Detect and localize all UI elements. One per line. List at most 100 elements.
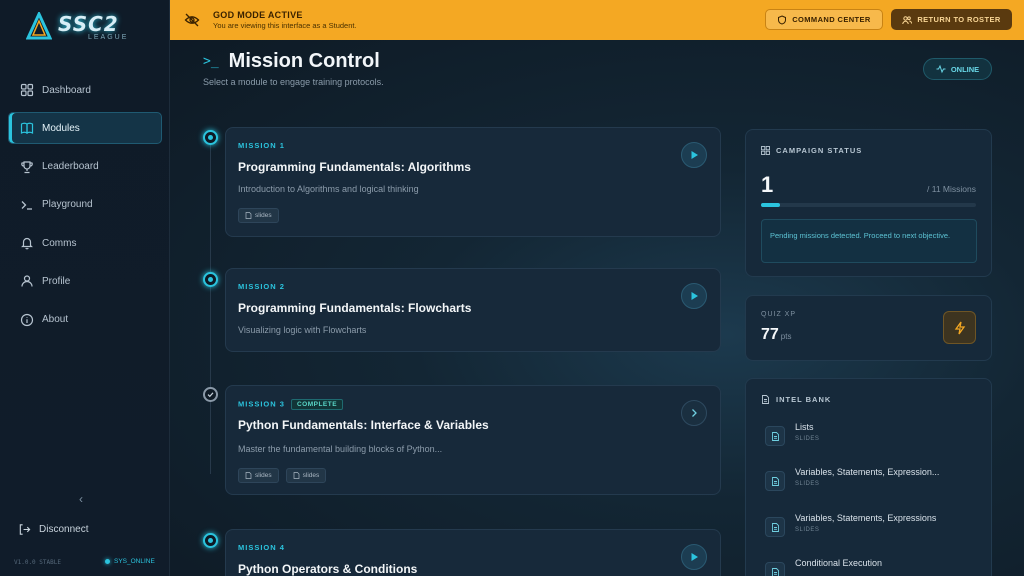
mission-title: Python Operators & Conditions [238,562,418,576]
document-icon [765,471,785,491]
intel-item-title: Variables, Statements, Expression... [795,467,940,477]
panel-header: INTEL BANK [761,395,831,404]
mission-card[interactable]: MISSION 2 Programming Fundamentals: Flow… [225,268,721,352]
disconnect-button[interactable]: Disconnect [18,523,88,536]
file-text-icon [762,395,769,404]
intel-item[interactable]: Variables, Statements, Expressions SLIDES [765,513,936,537]
slides-tag[interactable]: slides [238,468,279,483]
mission-card[interactable]: MISSION 3 COMPLETE Python Fundamentals: I… [225,385,721,495]
timeline-node [203,130,218,145]
page-heading: Mission Control [228,50,380,72]
terminal-icon [20,198,34,212]
sidebar-item-profile[interactable]: Profile [8,265,162,297]
intel-item-title: Conditional Execution [795,558,883,568]
play-icon [691,292,698,300]
panel-title: CAMPAIGN STATUS [776,146,863,155]
user-icon [20,274,34,288]
sidebar-item-about[interactable]: About [8,304,162,336]
shield-icon [778,14,787,25]
intel-item[interactable]: Lists SLIDES [765,422,819,446]
sidebar-item-dashboard[interactable]: Dashboard [8,74,162,106]
bell-icon [20,236,34,250]
resource-tags: slides [238,208,286,223]
xp-badge [943,311,976,344]
lightning-icon [954,321,965,334]
intel-bank-panel: INTEL BANK Lists SLIDES Variables, Statem… [745,378,992,576]
online-status-text: ONLINE [950,64,980,74]
campaign-status-panel: CAMPAIGN STATUS 1 / 11 Missions Pending … [745,129,992,277]
logo[interactable]: SSC2 LEAGUE [26,12,146,44]
play-button[interactable] [681,283,707,309]
return-to-roster-button[interactable]: RETURN TO ROSTER [891,9,1012,30]
sidebar-item-label: Profile [42,275,71,287]
file-icon [245,472,252,479]
slides-tag[interactable]: slides [285,468,327,483]
disconnect-label: Disconnect [39,524,89,535]
mission-label: MISSION 3 COMPLETE [238,399,344,410]
sidebar-item-leaderboard[interactable]: Leaderboard [8,151,162,183]
collapse-sidebar-button[interactable]: ‹ [79,492,83,506]
status-dot [105,559,110,564]
quiz-xp-panel: QUIZ XP 77 pts [745,295,992,361]
banner-title: GOD MODE ACTIVE [213,10,303,20]
sidebar: SSC2 LEAGUE Dashboard Modules Leaderboar… [0,0,170,576]
triangle-logo-icon [26,12,52,40]
system-status: SYS_ONLINE [105,558,155,565]
mission-card[interactable]: MISSION 1 Programming Fundamentals: Algo… [225,127,721,237]
sidebar-item-comms[interactable]: Comms [8,227,162,259]
slides-tag[interactable]: slides [238,208,279,223]
book-icon [20,121,34,135]
version-label: V1.0.0 STABLE [14,559,61,566]
page-subtitle: Select a module to engage training proto… [203,77,384,87]
logo-text: SSC2 [58,12,119,36]
return-to-roster-label: RETURN TO ROSTER [917,15,1001,24]
sidebar-item-label: Playground [42,199,93,211]
tag-label: slides [255,212,272,219]
panel-title: INTEL BANK [776,395,832,404]
mission-label: MISSION 4 [238,543,285,552]
mission-label-text: MISSION 3 [238,399,285,409]
file-icon [245,212,252,219]
activity-icon [936,64,946,74]
missions-completed-count: 1 [761,172,774,197]
missions-total: / 11 Missions [927,184,976,194]
info-icon [20,313,34,327]
sidebar-item-playground[interactable]: Playground [8,189,162,221]
sidebar-item-label: Dashboard [42,84,91,96]
complete-badge: COMPLETE [290,399,344,410]
timeline-line [210,144,211,474]
chevron-right-icon [692,409,697,417]
intel-item[interactable]: Variables, Statements, Expression... SLID… [765,467,939,491]
timeline-node [203,272,218,287]
progress-fill [761,203,781,207]
intel-item-title: Lists [795,422,814,432]
mission-card[interactable]: MISSION 4 Python Operators & Conditions [225,529,721,576]
next-button[interactable] [681,400,707,426]
logo-subtitle: LEAGUE [88,34,129,41]
intel-item[interactable]: Conditional Execution [765,558,882,576]
mission-description: Introduction to Algorithms and logical t… [238,184,419,194]
sidebar-nav: Dashboard Modules Leaderboard Playground… [8,74,162,342]
campaign-progress-bar [761,203,976,207]
file-icon [293,472,299,479]
play-icon [691,151,698,159]
tag-label: slides [255,472,272,479]
mission-title: Programming Fundamentals: Flowcharts [238,301,472,315]
online-status-badge: ONLINE [923,58,992,80]
intel-item-title: Variables, Statements, Expressions [795,513,937,523]
mission-description: Visualizing logic with Flowcharts [238,325,367,335]
play-button[interactable] [681,544,707,570]
tag-label: slides [302,472,320,479]
sidebar-item-modules[interactable]: Modules [8,112,162,145]
play-button[interactable] [681,142,707,168]
mission-title: Programming Fundamentals: Algorithms [238,160,471,174]
document-icon [765,517,785,537]
command-center-button[interactable]: COMMAND CENTER [765,9,883,30]
grid-icon [761,146,770,155]
users-icon [902,15,913,24]
timeline-node-complete [203,387,218,402]
page-title: >_ Mission Control [203,50,380,73]
play-icon [691,553,698,561]
mission-label: MISSION 1 [238,141,285,150]
intel-item-type: SLIDES [795,481,820,487]
